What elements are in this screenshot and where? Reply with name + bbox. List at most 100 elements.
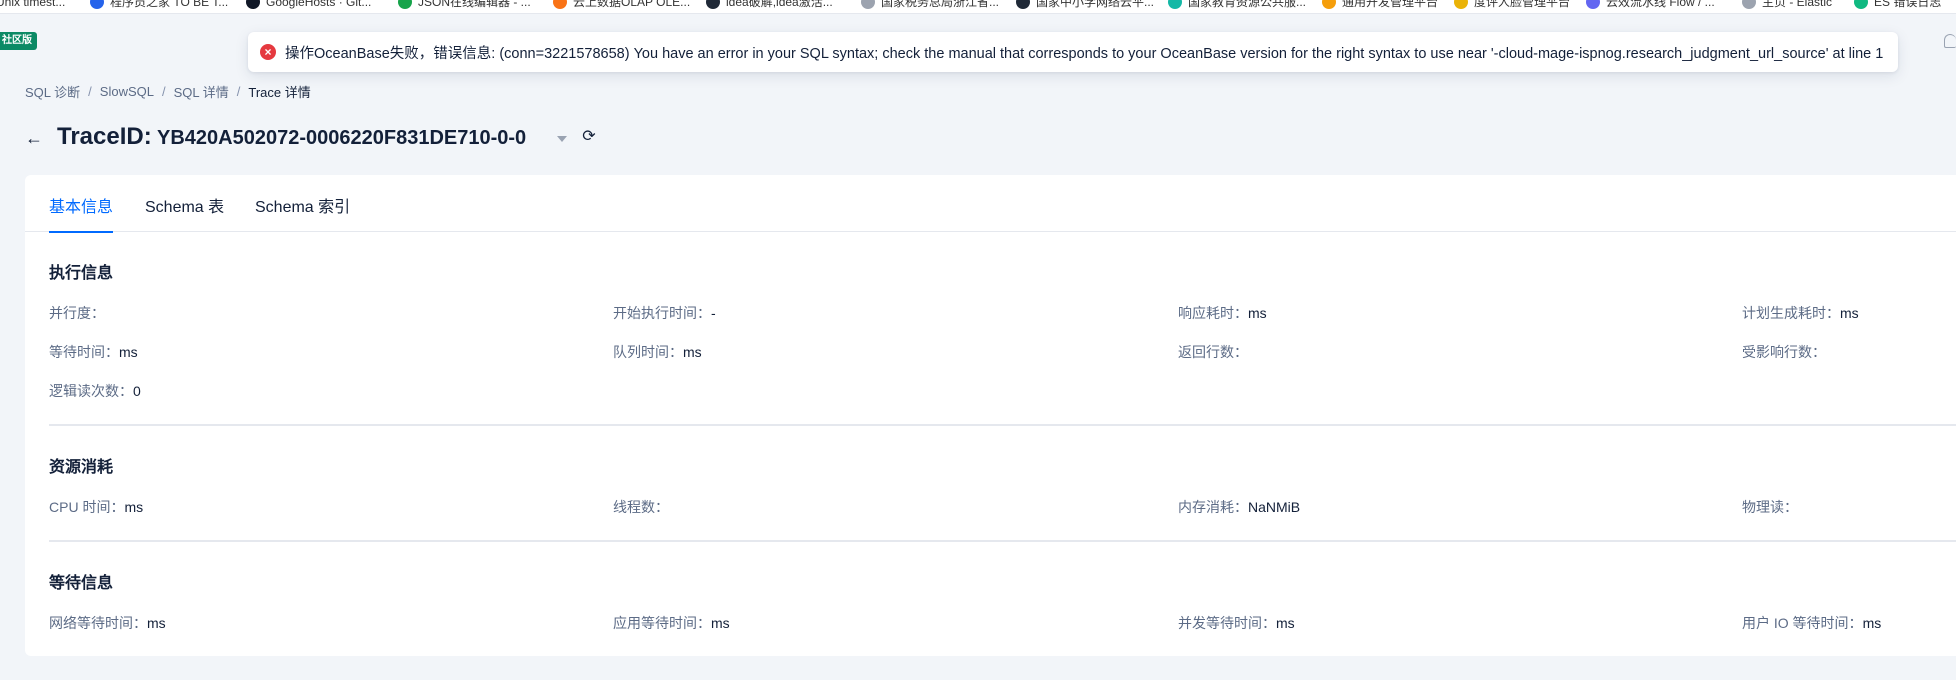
breadcrumb-separator: / <box>88 84 92 99</box>
breadcrumb-item-slowsql[interactable]: SlowSQL <box>100 84 154 99</box>
field-label: 内存消耗： <box>1178 499 1248 515</box>
tab-schema-table[interactable]: Schema 表 <box>145 193 224 232</box>
bookmark-item[interactable]: Unix timest... <box>0 0 65 10</box>
bookmarks-bar: Unix timest... 程序员之家 TO BE T... GoogleHo… <box>0 0 1956 14</box>
field-label: 计划生成耗时： <box>1742 305 1840 321</box>
breadcrumb: SQL 诊断 / SlowSQL / SQL 详情 / Trace 详情 <box>25 82 311 101</box>
bookmark-label: ES 错误日志 <box>1874 0 1942 9</box>
page-title: TraceID: <box>57 123 152 150</box>
trace-id-select[interactable]: YB420A502072-0006220F831DE710-0-0 <box>157 127 526 150</box>
trace-detail-card: 基本信息 Schema 表 Schema 索引 执行信息 并行度： 开始执行时间… <box>25 175 1956 656</box>
bookmark-item[interactable]: JSON在线编辑器 - ... <box>398 0 531 10</box>
back-arrow-icon[interactable]: ← <box>24 128 44 148</box>
bookmark-item[interactable]: 度评人脸管理平台 <box>1454 0 1570 10</box>
field-label: 线程数： <box>613 499 669 515</box>
bookmark-item[interactable]: 主页 - Elastic <box>1742 0 1832 10</box>
field-memory-usage: 内存消耗：NaNMiB <box>1178 497 1300 517</box>
field-return-rows: 返回行数： <box>1178 342 1248 362</box>
field-value: ms <box>147 615 166 631</box>
refresh-icon[interactable]: ⟳ <box>580 128 598 146</box>
field-value: ms <box>1862 615 1882 631</box>
field-label: 并行度： <box>49 305 105 321</box>
bookmark-item[interactable]: 云上数据OLAP OLE... <box>553 0 690 10</box>
tax-icon <box>861 0 875 9</box>
field-parallelism: 并行度： <box>49 303 105 323</box>
bookmark-label: GoogleHosts · Git... <box>266 0 372 9</box>
bookmark-label: JSON在线编辑器 - ... <box>418 0 531 9</box>
bookmark-label: 通用开发管理平台 <box>1342 0 1439 9</box>
bookmark-label: idea破解,idea激活... <box>726 0 833 9</box>
field-label: 等待时间： <box>49 344 119 360</box>
field-label: 网络等待时间： <box>49 615 147 631</box>
edu-icon <box>1168 0 1182 9</box>
bookmark-label: 主页 - Elastic <box>1762 0 1833 9</box>
field-label: 应用等待时间： <box>613 615 711 631</box>
field-value: ms <box>1276 615 1295 631</box>
field-label: 并发等待时间： <box>1178 615 1276 631</box>
section-title-resource: 资源消耗 <box>49 459 114 476</box>
section-title-exec: 执行信息 <box>49 265 114 282</box>
field-label: 物理读： <box>1742 499 1798 515</box>
field-value: ms <box>711 615 730 631</box>
field-affected-rows: 受影响行数： <box>1742 342 1826 362</box>
bookmark-item[interactable]: 通用开发管理平台 <box>1322 0 1438 10</box>
bookmark-item[interactable]: 国家教育资源公共服... <box>1168 0 1306 10</box>
field-application-wait: 应用等待时间：ms <box>613 613 730 633</box>
github-icon <box>246 0 260 9</box>
bookmark-item[interactable]: 云效流水线 Flow / ... <box>1586 0 1715 10</box>
field-value: ms <box>124 499 144 515</box>
field-label: 受影响行数： <box>1742 344 1826 360</box>
caret-down-icon[interactable] <box>557 136 567 142</box>
section-title-wait: 等待信息 <box>49 575 114 592</box>
tab-bar: 基本信息 Schema 表 Schema 索引 <box>25 175 1956 233</box>
bookmark-label: 云效流水线 Flow / ... <box>1606 0 1715 9</box>
tab-basic-info[interactable]: 基本信息 <box>49 193 114 233</box>
field-label: 队列时间： <box>613 344 683 360</box>
bookmark-item[interactable]: GoogleHosts · Git... <box>246 0 371 10</box>
field-network-wait: 网络等待时间：ms <box>49 613 166 633</box>
field-physical-reads: 物理读： <box>1742 497 1798 517</box>
bookmark-label: 国家教育资源公共服... <box>1188 0 1307 9</box>
tab-schema-index[interactable]: Schema 索引 <box>255 193 350 232</box>
section-divider <box>49 424 1956 426</box>
elastic-icon <box>1742 0 1756 9</box>
breadcrumb-item-sql-diagnosis[interactable]: SQL 诊断 <box>25 82 80 101</box>
field-label: 开始执行时间： <box>613 305 711 321</box>
bookmark-label: 度评人脸管理平台 <box>1474 0 1571 9</box>
field-user-io-wait: 用户 IO 等待时间：ms <box>1742 613 1881 633</box>
toast-message: 操作OceanBase失败，错误信息: (conn=3221578658) Yo… <box>285 45 1884 62</box>
field-label: 返回行数： <box>1178 344 1248 360</box>
field-concurrency-wait: 并发等待时间：ms <box>1178 613 1295 633</box>
field-value: ms <box>119 344 138 360</box>
bookmark-item[interactable]: 程序员之家 TO BE T... <box>90 0 228 10</box>
breadcrumb-item-sql-detail[interactable]: SQL 详情 <box>174 82 229 101</box>
field-label: CPU 时间： <box>49 499 125 515</box>
field-value: ms <box>1840 305 1859 321</box>
error-circle-icon: × <box>260 44 276 60</box>
field-value: - <box>711 305 716 321</box>
field-cpu-time: CPU 时间：ms <box>49 497 143 517</box>
field-thread-count: 线程数： <box>613 497 669 517</box>
bookmark-item[interactable]: 国家中小学网络云平... <box>1016 0 1154 10</box>
page-icon <box>706 0 720 9</box>
bookmark-item[interactable]: idea破解,idea激活... <box>706 0 833 10</box>
bookmark-item[interactable]: 国家税务总局浙江省... <box>861 0 999 10</box>
page-icon <box>1016 0 1030 9</box>
field-response-time: 响应耗时：ms <box>1178 303 1267 323</box>
avatar-icon <box>1454 0 1468 9</box>
field-value: ms <box>683 344 702 360</box>
error-toast: × 操作OceanBase失败，错误信息: (conn=3221578658) … <box>248 32 1898 72</box>
bookmark-label: 云上数据OLAP OLE... <box>573 0 691 9</box>
field-value: NaNMiB <box>1248 499 1301 515</box>
breadcrumb-separator: / <box>161 84 166 99</box>
field-value: ms <box>1248 305 1267 321</box>
bookmark-label: 程序员之家 TO BE T... <box>110 0 229 9</box>
edition-badge: 社区版 <box>0 32 37 50</box>
flow-icon <box>1586 0 1600 9</box>
breadcrumb-separator: / <box>236 84 241 99</box>
bookmark-item[interactable]: ES 错误日志 <box>1854 0 1941 10</box>
field-label: 响应耗时： <box>1178 305 1248 321</box>
field-queue-time: 队列时间：ms <box>613 342 702 362</box>
bell-icon[interactable] <box>1944 34 1956 48</box>
bookmark-label: 国家中小学网络云平... <box>1036 0 1155 9</box>
